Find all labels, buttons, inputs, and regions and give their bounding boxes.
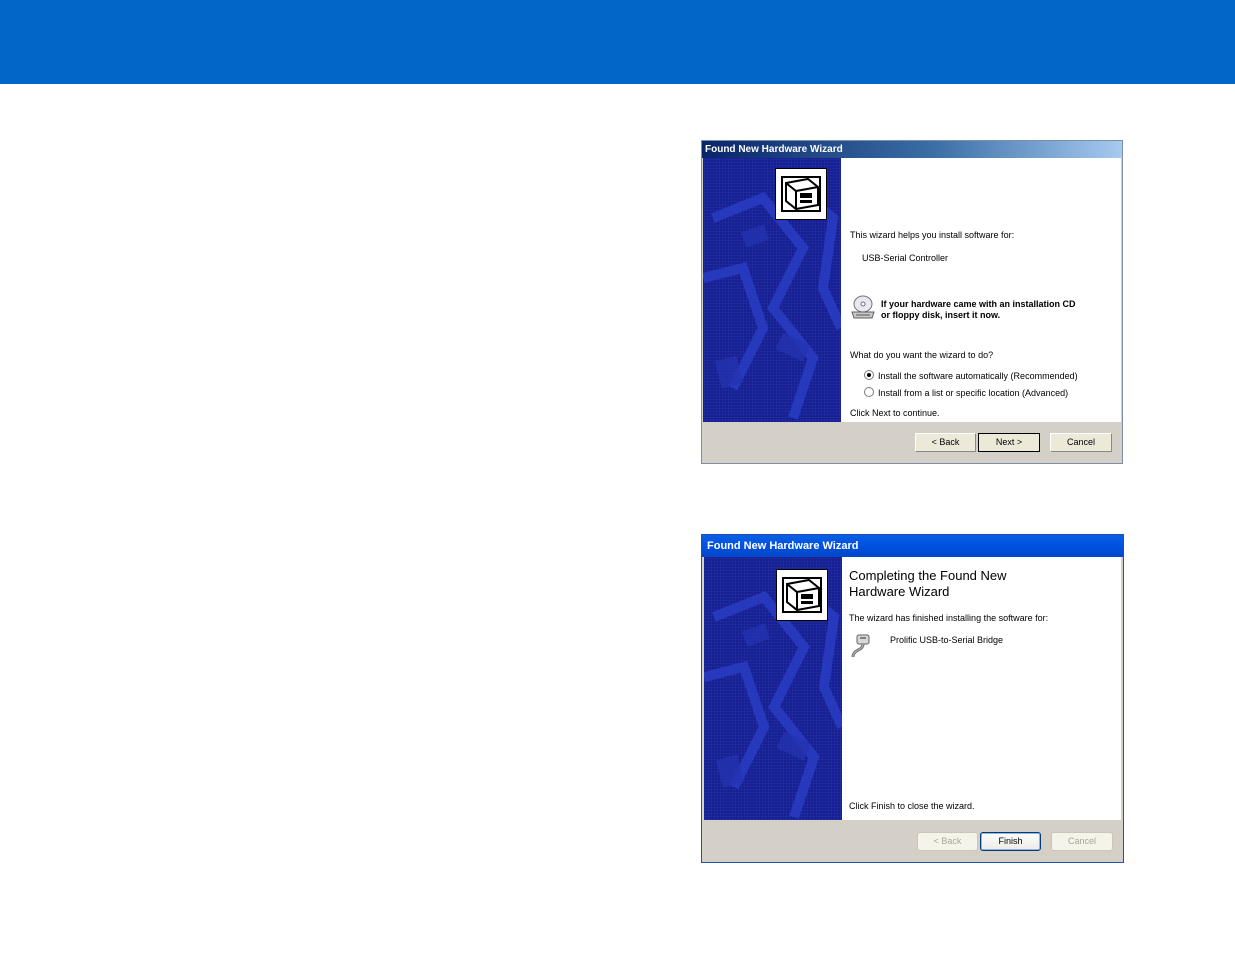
found-new-hardware-wizard-complete-dialog[interactable]: Found New Hardware Wizard Completing the… [701,534,1124,863]
cd-notice-line-2: or floppy disk, insert it now. [881,310,1001,320]
device-name: Prolific USB-to-Serial Bridge [890,635,1004,645]
back-button[interactable]: < Back [917,832,978,851]
next-button[interactable]: Next > [978,433,1040,452]
header-bar [0,0,1235,84]
found-new-hardware-wizard-dialog[interactable]: Found New Hardware Wizard This wizard he… [701,140,1123,464]
wizard-content: This wizard helps you install software f… [703,158,1121,422]
wizard-content: Completing the Found New Hardware Wizard… [704,557,1121,820]
dialog-title-bar[interactable]: Found New Hardware Wizard [702,141,1122,158]
wizard-question: What do you want the wizard to do? [850,350,994,360]
finish-button[interactable]: Finish [980,832,1041,851]
hardware-icon [775,168,827,220]
device-name: USB-Serial Controller [862,253,949,263]
option-install-automatically-label[interactable]: Install the software automatically (Reco… [878,371,1078,381]
serial-port-icon [851,634,870,658]
back-button[interactable]: < Back [915,433,976,452]
continue-hint: Click Next to continue. [850,408,940,418]
radio-install-automatically[interactable] [864,370,874,380]
option-install-from-list-label[interactable]: Install from a list or specific location… [878,388,1068,398]
radio-install-from-list[interactable] [864,387,874,397]
cd-drive-icon [851,295,875,319]
cd-notice-line-1: If your hardware came with an installati… [881,299,1076,309]
finished-text: The wizard has finished installing the s… [849,613,1049,623]
wizard-side-banner [703,158,841,422]
hardware-icon [776,569,828,621]
wizard-side-banner [704,557,842,820]
dialog-title-bar[interactable]: Found New Hardware Wizard [702,535,1123,557]
completion-heading: Completing the Found New Hardware Wizard [849,568,1007,599]
close-hint: Click Finish to close the wizard. [849,801,975,811]
cancel-button[interactable]: Cancel [1051,832,1113,851]
cancel-button[interactable]: Cancel [1050,433,1112,452]
wizard-intro-text: This wizard helps you install software f… [850,230,1015,240]
